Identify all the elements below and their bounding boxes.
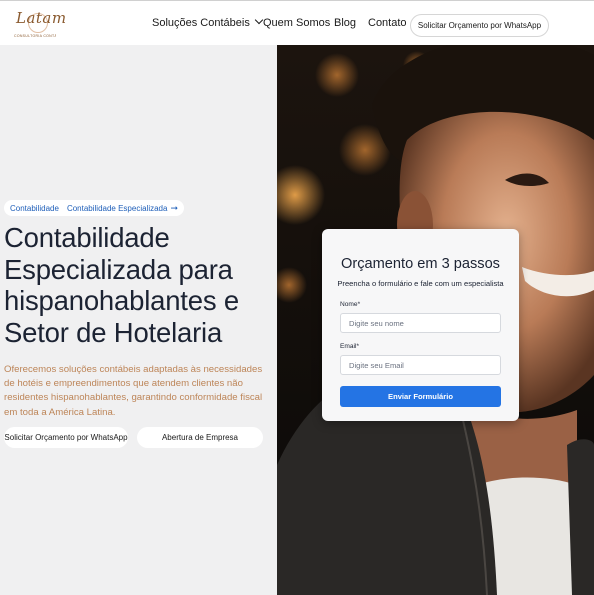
site-header: Latam CONSULTORIA CONTÁBIL Soluções Cont… [0,0,594,45]
nav-item-label: Soluções Contábeis [152,17,250,29]
nav-item-solucoes-contabeis[interactable]: Soluções Contábeis [152,15,264,29]
form-title: Orçamento em 3 passos [341,256,500,272]
breadcrumb-item-contabilidade-especializada[interactable]: Contabilidade Especializada [67,204,168,213]
email-input[interactable] [340,355,501,375]
logo[interactable]: Latam CONSULTORIA CONTÁBIL [12,7,66,41]
email-label: Email* [340,343,360,350]
hero-title-line: hispanohablantes e [4,285,239,316]
hero-title-line: Especializada para [4,253,233,285]
hero-title-line: Setor de Hotelaria [4,316,223,348]
whatsapp-quote-button-header[interactable]: Solicitar Orçamento por WhatsApp [410,14,549,37]
name-input[interactable] [340,313,501,333]
chevron-down-icon [254,15,264,25]
hero-title-line: Contabilidade [4,222,170,253]
logo-text: Latam [16,9,67,27]
whatsapp-quote-button[interactable]: Solicitar Orçamento por WhatsApp [4,427,128,448]
breadcrumb-item-contabilidade[interactable]: Contabilidade [10,204,59,213]
arrow-right-icon: ➞ [170,202,178,213]
submit-button[interactable]: Enviar Formulário [340,386,501,407]
breadcrumb: Contabilidade Contabilidade Especializad… [4,200,184,216]
hero-title: Contabilidade Especializada para hispano… [4,222,274,348]
form-subtitle: Preencha o formulário e fale com um espe… [337,279,504,288]
nav-item-contato[interactable]: Contato [368,17,407,29]
nav-item-blog[interactable]: Blog [334,17,356,29]
logo-tagline: CONSULTORIA CONTÁBIL [14,34,56,38]
quote-form-card: Orçamento em 3 passos Preencha o formulá… [322,229,519,421]
name-label: Nome* [340,301,361,308]
hero-description: Oferecemos soluções contábeis adaptadas … [4,364,263,418]
nav-item-quem-somos[interactable]: Quem Somos [263,17,330,29]
open-company-button[interactable]: Abertura de Empresa [137,427,263,448]
